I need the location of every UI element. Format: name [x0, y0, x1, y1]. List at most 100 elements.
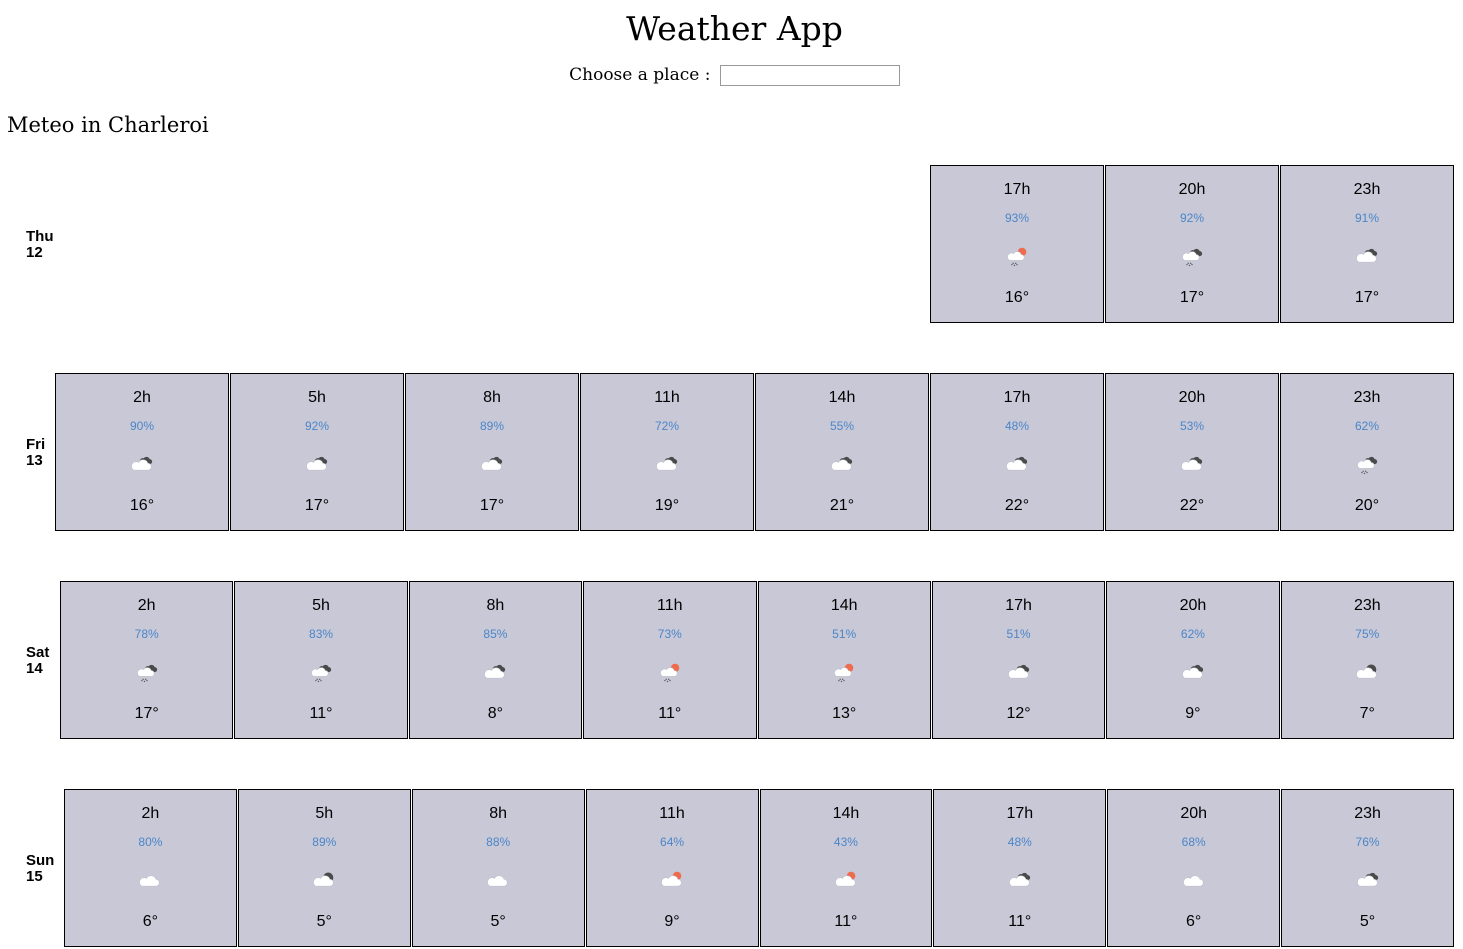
forecast-temperature: 17° — [304, 497, 330, 514]
forecast-humidity: 72% — [654, 419, 680, 433]
forecast-humidity: 80% — [138, 835, 163, 849]
forecast-temperature: 6° — [1186, 913, 1202, 930]
forecast-humidity: 64% — [660, 835, 685, 849]
rain-sun-icon — [1003, 246, 1031, 268]
cloudy-icon — [481, 662, 509, 684]
forecast-card: 20h 62% 9° — [1106, 581, 1280, 739]
forecast-card: 14h 51% 13° — [757, 581, 931, 739]
forecast-temperature: 16° — [129, 497, 155, 514]
cloud-icon — [1180, 870, 1208, 892]
forecast-temperature: 5° — [316, 913, 332, 930]
forecast-card: 17h 48% 11° — [933, 789, 1107, 947]
forecast-humidity: 89% — [479, 419, 505, 433]
day-cards: 2h 78% 17° 5h 83% 11° 8h 85% 8° 11h 73% 11° 14h 51% 13… — [60, 581, 1454, 741]
forecast-card: 11h 72% 19° — [580, 373, 754, 531]
forecast-card: 20h 68% 6° — [1107, 789, 1281, 947]
forecast-card: 14h 43% 11° — [759, 789, 933, 947]
rain-cloud-icon — [1178, 246, 1206, 268]
location-heading: Meteo in Charleroi — [7, 113, 209, 137]
forecast-hour: 20h — [1178, 181, 1206, 198]
forecast-humidity: 51% — [832, 627, 857, 641]
cloudy-icon — [128, 454, 156, 476]
forecast-hour: 11h — [659, 805, 685, 822]
forecast-temperature: 9° — [1185, 705, 1201, 722]
forecast-temperature: 17° — [479, 497, 505, 514]
forecast-temperature: 22° — [1179, 497, 1205, 514]
forecast-humidity: 62% — [1180, 627, 1205, 641]
forecast-card: 14h 55% 21° — [755, 373, 929, 531]
forecast-card: 11h 73% 11° — [583, 581, 757, 739]
forecast-card: 5h 83% 11° — [234, 581, 408, 739]
forecast-temperature: 9° — [664, 913, 680, 930]
forecast-card: 17h 93% 16° — [930, 165, 1104, 323]
forecast-humidity: 89% — [312, 835, 337, 849]
cloudy-icon — [828, 454, 856, 476]
forecast-humidity: 92% — [304, 419, 330, 433]
day-row-sat: Sat 14 2h 78% 17° 5h 83% 11° 8h 85% 8° 11h 73% 11° 1… — [0, 581, 1463, 741]
place-label: Choose a place : — [569, 65, 711, 85]
forecast-card: 23h 62% 20° — [1280, 373, 1454, 531]
cloudy-icon — [1178, 454, 1206, 476]
forecast-hour: 23h — [1353, 597, 1381, 614]
cloud-icon — [136, 870, 164, 892]
forecast-card: 2h 80% 6° — [64, 789, 237, 947]
forecast-humidity: 85% — [483, 627, 508, 641]
forecast-hour: 8h — [489, 805, 508, 822]
cloudy-icon — [1354, 870, 1382, 892]
partly-cloudy-day-icon — [832, 870, 860, 892]
rain-sun-icon — [656, 662, 684, 684]
forecast-temperature: 17° — [134, 705, 159, 722]
forecast-humidity: 88% — [486, 835, 511, 849]
day-cards: 2h 80% 6° 5h 89% 5° 8h 88% 5° 11h 64% 9° 14h 43% 11° 17… — [64, 789, 1454, 949]
forecast-temperature: 13° — [832, 705, 857, 722]
forecast-temperature: 11° — [834, 913, 858, 930]
day-label: Thu 12 — [26, 229, 66, 261]
forecast-temperature: 17° — [1179, 289, 1205, 306]
forecast-hour: 8h — [486, 597, 505, 614]
cloudy-icon — [1003, 454, 1031, 476]
forecast-hour: 23h — [1353, 181, 1381, 198]
forecast-humidity: 55% — [829, 419, 855, 433]
forecast-card: 23h 91% 17° — [1280, 165, 1454, 323]
forecast-humidity: 92% — [1179, 211, 1205, 225]
forecast-humidity: 91% — [1354, 211, 1380, 225]
forecast-temperature: 12° — [1006, 705, 1031, 722]
forecast-temperature: 11° — [658, 705, 682, 722]
forecast-hour: 23h — [1354, 805, 1381, 822]
forecast-humidity: 62% — [1354, 419, 1380, 433]
place-input[interactable] — [719, 65, 900, 86]
forecast-card: 2h 78% 17° — [60, 581, 234, 739]
forecast-humidity: 93% — [1004, 211, 1030, 225]
forecast-humidity: 73% — [657, 627, 682, 641]
cloud-icon — [484, 870, 512, 892]
partly-cloudy-night-icon — [310, 870, 338, 892]
forecast-hour: 14h — [828, 389, 856, 406]
forecast-card: 5h 92% 17° — [230, 373, 404, 531]
forecast-card: 5h 89% 5° — [237, 789, 411, 947]
day-label: Sun 15 — [26, 853, 66, 885]
forecast-card: 23h 75% 7° — [1280, 581, 1454, 739]
forecast-card: 17h 48% 22° — [930, 373, 1104, 531]
forecast-hour: 23h — [1353, 389, 1381, 406]
partly-cloudy-night-icon — [1353, 662, 1381, 684]
forecast-temperature: 6° — [142, 913, 159, 930]
partly-cloudy-day-icon — [658, 870, 686, 892]
forecast-humidity: 75% — [1355, 627, 1380, 641]
forecast-hour: 17h — [1005, 597, 1032, 614]
forecast-humidity: 51% — [1006, 627, 1031, 641]
forecast-humidity: 43% — [833, 835, 858, 849]
day-date: 12 — [26, 244, 43, 261]
day-row-sun: Sun 15 2h 80% 6° 5h 89% 5° 8h 88% 5° 11h 64% 9° 14h 4… — [0, 789, 1463, 949]
forecast-card: 2h 90% 16° — [55, 373, 229, 531]
forecast-temperature: 11° — [1008, 913, 1032, 930]
forecast-hour: 11h — [657, 597, 683, 614]
forecast-temperature: 16° — [1004, 289, 1030, 306]
forecast-hour: 17h — [1003, 389, 1031, 406]
forecast-humidity: 78% — [134, 627, 159, 641]
forecast-temperature: 5° — [490, 913, 506, 930]
place-search: Choose a place : — [0, 63, 1463, 88]
forecast-card: 17h 51% 12° — [931, 581, 1106, 739]
day-name: Thu — [26, 228, 54, 245]
forecast-hour: 2h — [133, 389, 151, 406]
forecast-hour: 14h — [832, 805, 860, 822]
